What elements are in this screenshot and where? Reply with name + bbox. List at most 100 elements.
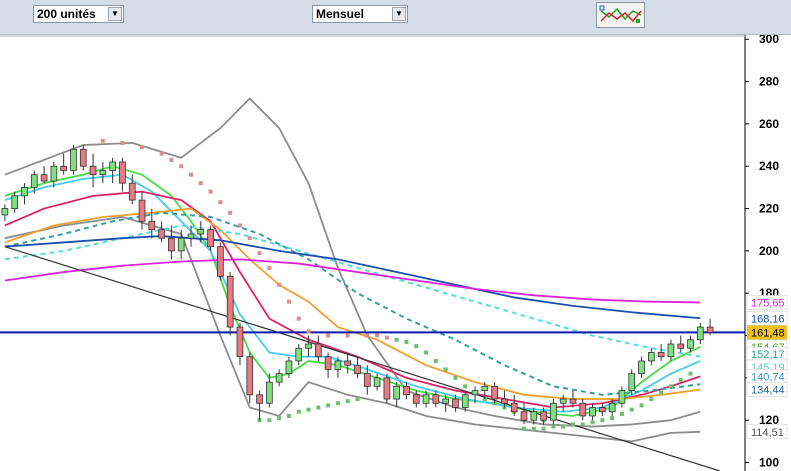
psar-point [668, 384, 673, 389]
psar-point [433, 358, 438, 363]
psar-point [619, 411, 624, 416]
candle-body [314, 343, 322, 358]
chevron-down-icon[interactable]: ▼ [108, 7, 122, 21]
value-label: 152,17 [751, 349, 785, 361]
y-tick-label: 260 [759, 117, 779, 131]
candle-body [510, 402, 518, 413]
candle-body [383, 377, 391, 400]
psar-point [296, 409, 301, 414]
candle-body [647, 352, 655, 362]
candle-body [138, 199, 146, 222]
candle-body [285, 360, 293, 375]
candle-body [236, 326, 244, 358]
psar-point [237, 223, 242, 228]
psar-point [659, 390, 664, 395]
candle-body [687, 339, 694, 349]
candle-body [481, 385, 489, 391]
psar-point [316, 405, 321, 410]
candle-body [207, 229, 214, 248]
candle-body [11, 195, 19, 209]
candle-body [461, 394, 469, 408]
candle-body [412, 394, 420, 404]
candle-body [50, 165, 58, 182]
candle-body [471, 390, 479, 396]
candle-body [344, 360, 352, 366]
y-tick-label: 240 [759, 159, 779, 173]
psar-point [326, 333, 331, 338]
price-axis: 100120140160180200220240260280300 [0, 35, 779, 471]
indicators-button[interactable] [596, 2, 645, 28]
psar-point [306, 407, 311, 412]
candle-body [158, 229, 165, 239]
psar-point [277, 282, 282, 287]
psar-point [531, 426, 536, 431]
psar-point [267, 265, 272, 270]
value-label: 168,16 [751, 313, 785, 325]
candle-body [177, 237, 185, 252]
overlay-line-7 [4, 224, 701, 358]
candle-body [60, 165, 68, 171]
psar-point [120, 140, 125, 145]
value-label: 134,44 [751, 385, 785, 397]
candle-body [99, 170, 107, 176]
psar-point [296, 316, 301, 321]
candle-body [403, 385, 410, 396]
candle-body [168, 237, 175, 252]
candle-body [354, 364, 361, 375]
psar-point [384, 335, 389, 340]
units-select[interactable]: 200 unités ▼ [33, 5, 124, 23]
candle-body [608, 402, 616, 413]
value-label: 114,51 [751, 427, 784, 439]
candle-body [706, 326, 714, 333]
candle-body [442, 398, 449, 404]
psar-point [365, 333, 370, 338]
candle-body [589, 407, 596, 417]
candle-body [530, 411, 538, 421]
psar-point [188, 172, 193, 177]
candle-body [1, 208, 9, 216]
candle-body [657, 352, 665, 358]
psar-point [306, 329, 311, 334]
overlay-line-2 [4, 165, 701, 417]
overlay-lines [0, 97, 745, 471]
psar-point [345, 399, 350, 404]
psar-point [453, 375, 458, 380]
candle-body [148, 220, 156, 231]
candle-body [599, 407, 606, 413]
candle-body [295, 347, 303, 362]
psar-point [326, 403, 331, 408]
period-select-value: Mensuel [316, 7, 365, 21]
candle-body [119, 161, 126, 184]
candle-body [40, 174, 48, 182]
candle-body [128, 182, 136, 201]
chevron-down-icon[interactable]: ▼ [392, 7, 406, 21]
candle-body [618, 390, 626, 404]
psar-point [463, 384, 468, 389]
psar-point [610, 416, 615, 421]
price-chart: 100120140160180200220240260280300 175,65… [0, 35, 788, 471]
candle-body [89, 165, 97, 176]
candle-body [393, 385, 401, 400]
overlay-line-9 [4, 258, 701, 304]
psar-point [228, 210, 233, 215]
psar-point [541, 426, 546, 431]
candle-body [491, 385, 498, 400]
psar-point [335, 401, 340, 406]
indicators-chart-icon [599, 5, 642, 23]
candle-body [70, 148, 77, 171]
psar-point [678, 377, 683, 382]
candle-body [197, 229, 205, 235]
period-select[interactable]: Mensuel ▼ [312, 5, 408, 23]
psar-point [198, 181, 203, 186]
psar-point [394, 337, 399, 342]
psar-point [551, 424, 556, 429]
candle-body [226, 275, 234, 328]
psar-point [375, 333, 380, 338]
psar-point [649, 397, 654, 402]
candle-body [501, 398, 508, 404]
psar-point [257, 251, 262, 255]
candle-body [363, 373, 371, 387]
psar-point [580, 422, 585, 427]
candle-body [324, 356, 332, 370]
psar-point [570, 422, 575, 427]
